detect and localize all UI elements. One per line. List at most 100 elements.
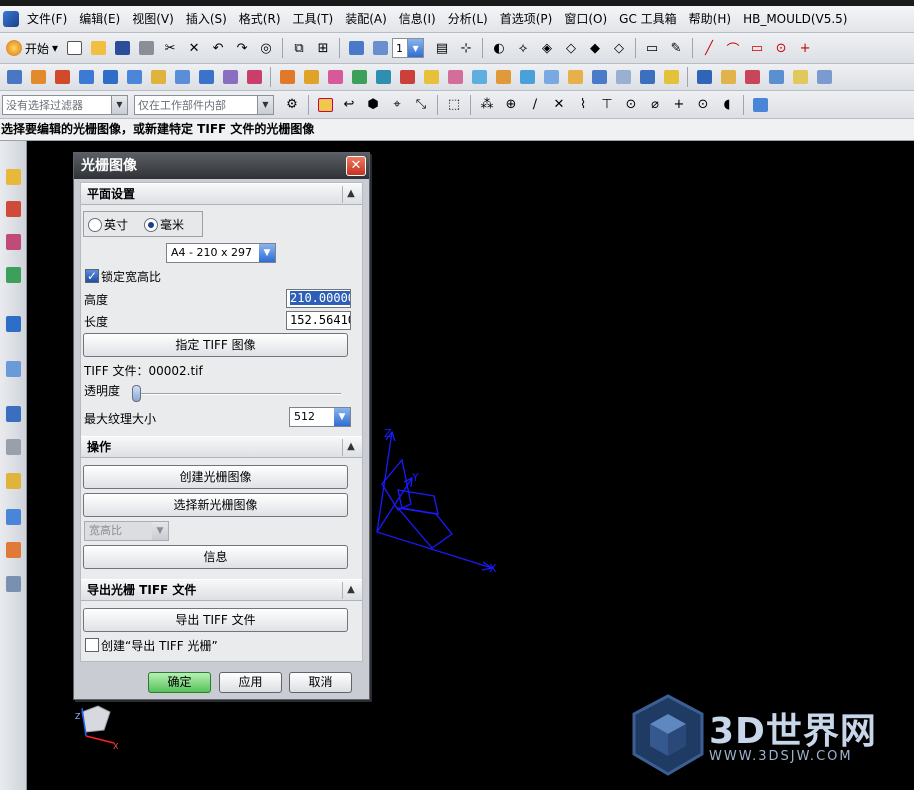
- sew-icon[interactable]: [612, 66, 634, 88]
- sketch-icon[interactable]: [27, 66, 49, 88]
- reuse-library-icon[interactable]: [3, 263, 24, 287]
- redo-icon[interactable]: ↷: [231, 37, 253, 59]
- menu-assembly[interactable]: 装配(A): [339, 6, 393, 32]
- start-button[interactable]: 开始 ▾: [2, 40, 62, 57]
- intersect-icon[interactable]: [324, 66, 346, 88]
- select-new-raster-button[interactable]: 选择新光栅图像: [83, 493, 348, 517]
- print-icon[interactable]: [135, 37, 157, 59]
- cylinder-icon[interactable]: [99, 66, 121, 88]
- process-studio-icon[interactable]: [3, 435, 24, 459]
- draft-icon[interactable]: [468, 66, 490, 88]
- manufacturing-wizard-icon[interactable]: [3, 469, 24, 493]
- subtract-icon[interactable]: [300, 66, 322, 88]
- mesh-surface-icon[interactable]: [765, 66, 787, 88]
- roles-icon[interactable]: [3, 505, 24, 529]
- height-field[interactable]: 210.00000: [286, 289, 351, 308]
- cone-icon[interactable]: [123, 66, 145, 88]
- grid-icon[interactable]: [3, 66, 25, 88]
- max-texture-select[interactable]: 512 ▼: [289, 407, 351, 427]
- arc-center-icon[interactable]: ⊙: [620, 94, 642, 116]
- mid-point-icon[interactable]: ⊕: [500, 94, 522, 116]
- measure-icon[interactable]: ◇: [560, 37, 582, 59]
- boss-icon[interactable]: [195, 66, 217, 88]
- point-on-curve-icon[interactable]: +: [668, 94, 690, 116]
- transparency-slider-thumb[interactable]: [132, 385, 141, 402]
- constraint-navigator-icon[interactable]: [3, 197, 24, 221]
- lock-aspect-checkbox[interactable]: ✓: [85, 269, 99, 283]
- cancel-button[interactable]: 取消: [289, 672, 352, 693]
- intersection-icon[interactable]: ✕: [548, 94, 570, 116]
- flag-icon[interactable]: [741, 66, 763, 88]
- pattern-icon[interactable]: [516, 66, 538, 88]
- palette-icon[interactable]: [3, 572, 24, 596]
- radio-mm[interactable]: 毫米: [144, 216, 184, 233]
- analysis-icon[interactable]: ⟡: [512, 37, 534, 59]
- chamfer-icon[interactable]: [420, 66, 442, 88]
- show-hide-icon[interactable]: ◐: [488, 37, 510, 59]
- trim-body-icon[interactable]: [348, 66, 370, 88]
- system-scenes-icon[interactable]: [3, 538, 24, 562]
- close-icon[interactable]: ✕: [346, 156, 366, 176]
- menu-hb-mould[interactable]: HB_MOULD(V5.5): [737, 6, 853, 32]
- control-point-icon[interactable]: ∕: [524, 94, 546, 116]
- pencil-icon[interactable]: ✎: [665, 37, 687, 59]
- hierarchy-icon[interactable]: ⊞: [312, 37, 334, 59]
- shell-icon[interactable]: [444, 66, 466, 88]
- ok-button[interactable]: 确定: [148, 672, 211, 693]
- hole-icon[interactable]: [171, 66, 193, 88]
- mirror-icon[interactable]: [540, 66, 562, 88]
- patch-icon[interactable]: [636, 66, 658, 88]
- apply-button[interactable]: 应用: [219, 672, 282, 693]
- ruler-icon[interactable]: ▭: [641, 37, 663, 59]
- edge-select-icon[interactable]: ⤡: [410, 94, 432, 116]
- layer-settings-icon[interactable]: [345, 37, 367, 59]
- wrap-icon[interactable]: [660, 66, 682, 88]
- new-file-icon[interactable]: [63, 37, 85, 59]
- scale-icon[interactable]: [588, 66, 610, 88]
- extrude-icon[interactable]: [51, 66, 73, 88]
- work-layer-select[interactable]: 1 ▼: [392, 38, 425, 58]
- split-body-icon[interactable]: [372, 66, 394, 88]
- pocket-icon[interactable]: [219, 66, 241, 88]
- select-icon[interactable]: ◎: [255, 37, 277, 59]
- system-material-icon[interactable]: [3, 402, 24, 426]
- radio-inch-circle[interactable]: [88, 217, 102, 232]
- undo-icon[interactable]: ↶: [207, 37, 229, 59]
- type-filter-select[interactable]: 没有选择过滤器 ▼: [2, 94, 128, 115]
- menu-window[interactable]: 窗口(O): [558, 6, 613, 32]
- menu-view[interactable]: 视图(V): [126, 6, 180, 32]
- paper-size-select[interactable]: A4 - 210 x 297 ▼: [166, 243, 276, 263]
- bounded-grid-icon[interactable]: ◖: [716, 94, 738, 116]
- assembly-navigator-icon[interactable]: [3, 165, 24, 189]
- block-icon[interactable]: [75, 66, 97, 88]
- export-tiff-button[interactable]: 导出 TIFF 文件: [83, 608, 348, 632]
- select-box-icon[interactable]: ◆: [584, 37, 606, 59]
- blank-icon[interactable]: ◇: [608, 37, 630, 59]
- thicken-icon[interactable]: [564, 66, 586, 88]
- wcs-icon[interactable]: ⊹: [455, 37, 477, 59]
- radio-mm-circle[interactable]: [144, 217, 158, 232]
- line-icon[interactable]: ╱: [698, 37, 720, 59]
- tangent-icon[interactable]: ⌇: [572, 94, 594, 116]
- menu-format[interactable]: 格式(R): [233, 6, 287, 32]
- quadrant-icon[interactable]: ⊤: [596, 94, 618, 116]
- end-point-icon[interactable]: ⁂: [476, 94, 498, 116]
- collapse-icon[interactable]: ▲: [342, 439, 359, 456]
- edge-blend-icon[interactable]: [396, 66, 418, 88]
- unite-icon[interactable]: [276, 66, 298, 88]
- rectangle-icon[interactable]: ▭: [746, 37, 768, 59]
- part-navigator-icon[interactable]: [3, 230, 24, 254]
- menu-insert[interactable]: 插入(S): [180, 6, 233, 32]
- create-export-checkbox[interactable]: [85, 638, 99, 652]
- sweep-icon[interactable]: [717, 66, 739, 88]
- collapse-icon[interactable]: ▲: [342, 582, 359, 599]
- open-folder-icon[interactable]: [87, 37, 109, 59]
- delete-icon[interactable]: ✕: [183, 37, 205, 59]
- filter-settings-icon[interactable]: ⚙: [281, 94, 303, 116]
- sphere-icon[interactable]: [147, 66, 169, 88]
- arc-icon[interactable]: ⌒: [722, 37, 744, 59]
- internet-explorer-icon[interactable]: [3, 312, 24, 336]
- save-icon[interactable]: [111, 37, 133, 59]
- bridge-icon[interactable]: [813, 66, 835, 88]
- existing-point-icon[interactable]: ⌀: [644, 94, 666, 116]
